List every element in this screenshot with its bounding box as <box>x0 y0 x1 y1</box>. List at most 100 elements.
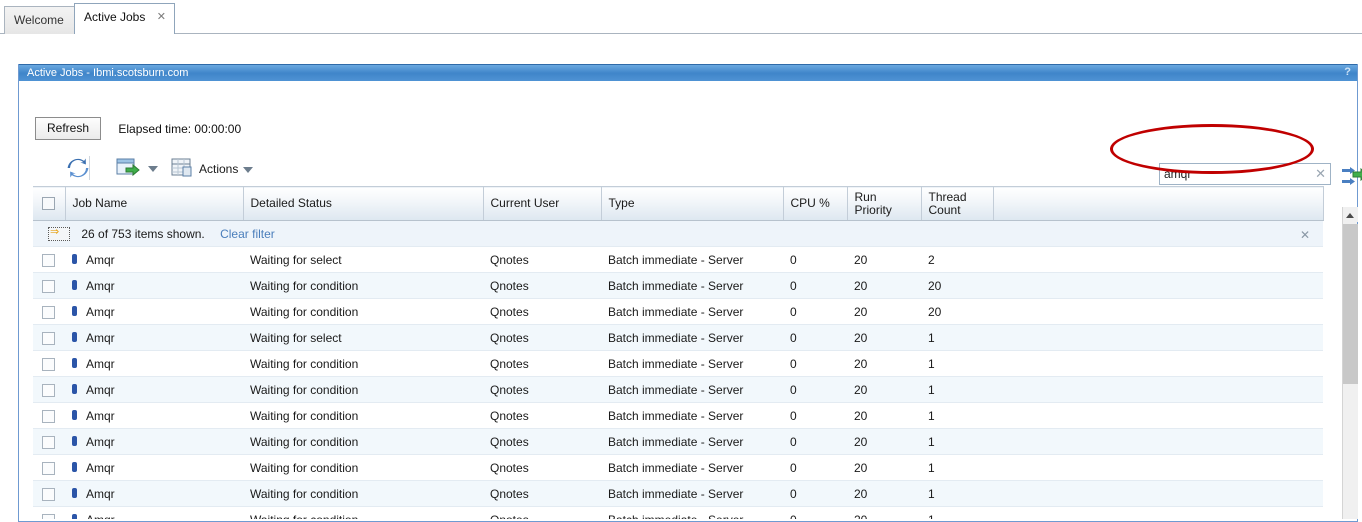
row-checkbox[interactable] <box>42 305 55 319</box>
scrollbar-thumb[interactable] <box>1343 224 1358 384</box>
cell-job-name[interactable]: Amqr <box>65 350 243 377</box>
cell-job-name[interactable]: Amqr <box>65 454 243 481</box>
cell-job-name[interactable]: Amqr <box>65 376 243 403</box>
table-row[interactable]: Amqr Waiting for conditionQnotesBatch imm… <box>33 428 1323 455</box>
clear-search-icon[interactable]: ✕ <box>1315 166 1326 182</box>
column-header-job-name[interactable]: Job Name <box>65 186 244 221</box>
cell-job-name[interactable]: Amqr <box>65 480 243 507</box>
row-select-cell[interactable] <box>33 376 65 403</box>
export-icon[interactable] <box>115 155 141 184</box>
select-all-checkbox[interactable] <box>42 197 55 211</box>
cell-thread-count: 1 <box>921 350 993 377</box>
row-select-cell[interactable] <box>33 402 65 429</box>
cell-detailed-status: Waiting for condition <box>243 376 483 403</box>
row-select-cell[interactable] <box>33 454 65 481</box>
row-select-cell[interactable] <box>33 298 65 325</box>
row-checkbox[interactable] <box>42 461 55 475</box>
close-icon[interactable]: ✕ <box>157 10 166 23</box>
table-row[interactable]: Amqr Waiting for conditionQnotesBatch imm… <box>33 350 1323 377</box>
close-filter-bar-icon[interactable]: ✕ <box>1300 228 1310 242</box>
clear-filter-link[interactable]: Clear filter <box>220 227 275 241</box>
table-row[interactable]: Amqr Waiting for conditionQnotesBatch imm… <box>33 272 1323 299</box>
cell-cpu-percent: 0 <box>783 480 847 507</box>
actions-menu[interactable]: Actions <box>199 162 254 176</box>
search-go-icon[interactable] <box>1341 162 1362 191</box>
search-box[interactable]: ✕ <box>1159 163 1331 185</box>
column-header-run-priority[interactable]: Run Priority <box>847 186 922 221</box>
row-checkbox[interactable] <box>42 253 55 267</box>
column-header-current-user[interactable]: Current User <box>483 186 602 221</box>
job-status-icon <box>72 279 77 290</box>
cell-filler <box>993 428 1323 455</box>
row-checkbox[interactable] <box>42 435 55 449</box>
table-row[interactable]: Amqr Waiting for conditionQnotesBatch imm… <box>33 402 1323 429</box>
scroll-up-button[interactable] <box>1343 207 1358 222</box>
cell-current-user: Qnotes <box>483 454 601 481</box>
table-row[interactable]: Amqr Waiting for conditionQnotesBatch imm… <box>33 506 1323 519</box>
cell-filler <box>993 298 1323 325</box>
row-checkbox[interactable] <box>42 487 55 501</box>
cell-filler <box>993 246 1323 273</box>
row-checkbox[interactable] <box>42 279 55 293</box>
cell-type: Batch immediate - Server <box>601 272 783 299</box>
cell-job-name[interactable]: Amqr <box>65 402 243 429</box>
cell-type: Batch immediate - Server <box>601 506 783 519</box>
table-row[interactable]: Amqr Waiting for select Qnotes Batch immedi… <box>33 246 1323 273</box>
cell-run-priority: 20 <box>847 246 921 273</box>
column-header-thread-count[interactable]: Thread Count <box>921 186 994 221</box>
items-shown-label: 26 of 753 items shown. <box>81 226 205 241</box>
row-select-cell[interactable] <box>33 480 65 507</box>
cell-current-user: Qnotes <box>483 376 601 403</box>
chevron-down-icon[interactable] <box>148 166 158 172</box>
column-header-type[interactable]: Type <box>601 186 784 221</box>
refresh-button[interactable]: Refresh <box>35 117 102 140</box>
cell-run-priority: 20 <box>847 350 921 377</box>
row-checkbox[interactable] <box>42 331 55 345</box>
cell-type: Batch immediate - Server <box>601 350 783 377</box>
table-row[interactable]: Amqr Waiting for conditionQnotesBatch imm… <box>33 376 1323 403</box>
refresh-row: Refresh Elapsed time: 00:00:00 <box>35 117 241 140</box>
job-name-label: Amqr <box>86 252 115 267</box>
jobs-grid: Job Name Detailed Status Current User Ty… <box>33 186 1343 519</box>
cell-filler <box>993 402 1323 429</box>
job-name-label: Amqr <box>86 278 115 293</box>
tab-strip-baseline <box>0 33 1362 34</box>
row-select-cell[interactable] <box>33 506 65 519</box>
browser-tab-strip: Welcome ✕ Active Jobs ✕ <box>0 0 1362 34</box>
row-select-cell[interactable] <box>33 272 65 299</box>
table-row[interactable]: Amqr Waiting for conditionQnotesBatch imm… <box>33 480 1323 507</box>
cell-job-name[interactable]: Amqr <box>65 428 243 455</box>
table-row[interactable]: Amqr Waiting for select Qnotes Batch immedi… <box>33 324 1323 351</box>
browser-tab-active-jobs[interactable]: Active Jobs ✕ <box>74 3 175 34</box>
cell-job-name[interactable]: Amqr <box>65 246 243 273</box>
cell-detailed-status: Waiting for condition <box>243 480 483 507</box>
columns-icon[interactable] <box>169 155 195 184</box>
row-checkbox[interactable] <box>42 357 55 371</box>
row-checkbox[interactable] <box>42 513 55 519</box>
cell-job-name[interactable]: Amqr <box>65 324 243 351</box>
select-all-header[interactable] <box>33 186 66 221</box>
refresh-icon[interactable] <box>65 155 91 184</box>
cell-job-name[interactable]: Amqr <box>65 506 243 519</box>
column-header-detailed-status[interactable]: Detailed Status <box>243 186 484 221</box>
search-area: ✕ <box>1159 163 1362 185</box>
cell-detailed-status: Waiting for condition <box>243 272 483 299</box>
cell-current-user: Qnotes <box>483 350 601 377</box>
search-input[interactable] <box>1160 164 1310 184</box>
row-checkbox[interactable] <box>42 383 55 397</box>
cell-job-name[interactable]: Amqr <box>65 272 243 299</box>
row-select-cell[interactable] <box>33 246 65 273</box>
row-select-cell[interactable] <box>33 428 65 455</box>
row-select-cell[interactable] <box>33 350 65 377</box>
row-select-cell[interactable] <box>33 324 65 351</box>
table-row[interactable]: Amqr Waiting for conditionQnotesBatch imm… <box>33 298 1323 325</box>
help-icon[interactable]: ? <box>1344 66 1351 78</box>
scrollbar-track[interactable] <box>1343 384 1358 519</box>
column-header-cpu-percent[interactable]: CPU % <box>783 186 848 221</box>
row-checkbox[interactable] <box>42 409 55 423</box>
cell-job-name[interactable]: Amqr <box>65 298 243 325</box>
table-row[interactable]: Amqr Waiting for conditionQnotesBatch imm… <box>33 454 1323 481</box>
filter-icon[interactable] <box>48 225 70 241</box>
grid-vertical-scrollbar[interactable] <box>1342 207 1358 519</box>
cell-current-user: Qnotes <box>483 272 601 299</box>
